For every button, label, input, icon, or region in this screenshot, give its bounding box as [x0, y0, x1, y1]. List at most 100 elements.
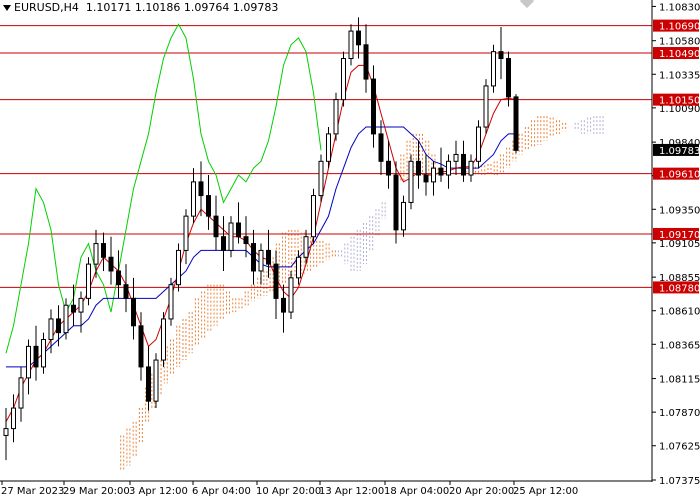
plot-area[interactable]: [0, 0, 652, 480]
candle-body: [393, 174, 399, 231]
candle-body: [438, 167, 444, 176]
x-tick-label: 29 Mar 20:00: [63, 486, 130, 497]
candle-body: [416, 160, 421, 176]
x-tick-label: 6 Apr 04:00: [192, 486, 251, 497]
candle-body: [461, 153, 466, 176]
candle-body: [26, 345, 31, 379]
candle-body: [198, 181, 204, 197]
x-tick-label: 13 Apr 12:00: [319, 486, 384, 497]
level-label-text: 1.10490: [659, 49, 700, 60]
candle-body: [146, 366, 151, 402]
candle-body: [506, 58, 511, 98]
dropdown-icon[interactable]: [3, 5, 11, 11]
candle-body: [86, 263, 91, 299]
candle-body: [491, 51, 496, 87]
candle-body: [108, 256, 114, 272]
candle-body: [296, 256, 301, 279]
candle-body: [138, 325, 144, 368]
candle-body: [476, 126, 481, 162]
y-tick-label: 1.10580: [659, 37, 700, 48]
candle-body: [236, 222, 241, 238]
candle-body: [3, 428, 9, 436]
y-tick-label: 1.07375: [659, 476, 700, 487]
candle-body: [191, 181, 196, 217]
candle-body: [168, 284, 174, 320]
candle-body: [273, 263, 279, 299]
x-tick-label: 27 Mar 2023: [1, 486, 64, 497]
chart-svg[interactable]: 1.108301.105801.103351.100901.098401.095…: [0, 0, 700, 500]
candle-body: [453, 153, 459, 162]
y-tick-label: 1.08365: [659, 340, 700, 351]
level-label-text: 1.10690: [659, 22, 700, 33]
candle-body: [423, 174, 429, 183]
candle-body: [153, 359, 159, 402]
candle-body: [408, 160, 414, 203]
y-tick-label: 1.07625: [659, 442, 700, 453]
candle-body: [93, 243, 99, 265]
x-tick-label: 20 Apr 20:00: [449, 486, 514, 497]
candle-body: [221, 236, 226, 251]
y-tick-label: 1.08610: [659, 307, 700, 318]
x-tick-label: 18 Apr 04:00: [384, 486, 449, 497]
y-tick-label: 1.10830: [659, 2, 700, 13]
candle-body: [281, 297, 286, 313]
chart-root[interactable]: 1.108301.105801.103351.100901.098401.095…: [0, 0, 700, 500]
candle-body: [11, 407, 16, 430]
symbol-text: EURUSD,H4: [14, 1, 79, 14]
candle-body: [371, 78, 376, 135]
candle-body: [498, 51, 504, 60]
candle-body: [123, 284, 129, 299]
candle-body: [101, 243, 106, 258]
x-tick-label: 25 Apr 12:00: [513, 486, 578, 497]
candle-body: [386, 160, 391, 176]
candle-body: [131, 297, 136, 327]
candle-body: [206, 195, 211, 217]
candle-body: [311, 195, 316, 238]
level-label-text: 1.09610: [659, 170, 700, 181]
candle-body: [258, 249, 264, 272]
candle-body: [243, 236, 249, 245]
candle-body: [176, 249, 181, 286]
candle-body: [378, 133, 384, 162]
level-label-text: 1.08780: [659, 283, 700, 294]
candle-body: [326, 133, 331, 162]
level-label-text: 1.09170: [659, 230, 700, 241]
candle-body: [56, 318, 61, 334]
candle-body: [446, 160, 451, 176]
y-tick-label: 1.09350: [659, 205, 700, 216]
x-tick-label: 10 Apr 20:00: [256, 486, 321, 497]
candle-body: [468, 160, 474, 176]
y-tick-label: 1.07870: [659, 408, 700, 419]
candle-body: [288, 277, 294, 313]
y-tick-label: 1.08115: [659, 375, 700, 386]
candle-body: [348, 30, 354, 60]
candle-body: [356, 30, 361, 46]
candle-body: [183, 215, 189, 251]
candle-body: [431, 167, 436, 183]
candle-body: [78, 297, 84, 313]
candle-body: [341, 58, 346, 101]
candle-body: [18, 377, 24, 409]
level-label-text: 1.10150: [659, 96, 700, 107]
ohlc-text: 1.10171 1.10186 1.09764 1.09783: [85, 1, 279, 14]
candle-body: [318, 160, 324, 197]
candle-body: [266, 249, 271, 265]
candle-body: [483, 85, 489, 128]
candle-body: [71, 304, 76, 313]
symbol-header: EURUSD,H4 1.10171 1.10186 1.09764 1.0978…: [3, 1, 278, 14]
candle-body: [161, 318, 166, 361]
candle-body: [401, 201, 406, 231]
candle-body: [48, 318, 54, 341]
x-tick-label: 3 Apr 12:00: [129, 486, 188, 497]
current-price-text: 1.09783: [659, 146, 700, 157]
candle-body: [63, 304, 69, 334]
candle-body: [213, 215, 219, 238]
candle-body: [513, 96, 519, 151]
candle-body: [41, 339, 46, 368]
candle-body: [228, 222, 234, 251]
candle-body: [303, 236, 309, 258]
candle-body: [333, 99, 339, 135]
candle-body: [116, 270, 121, 286]
candle-body: [33, 345, 39, 368]
y-tick-label: 1.10335: [659, 70, 700, 81]
